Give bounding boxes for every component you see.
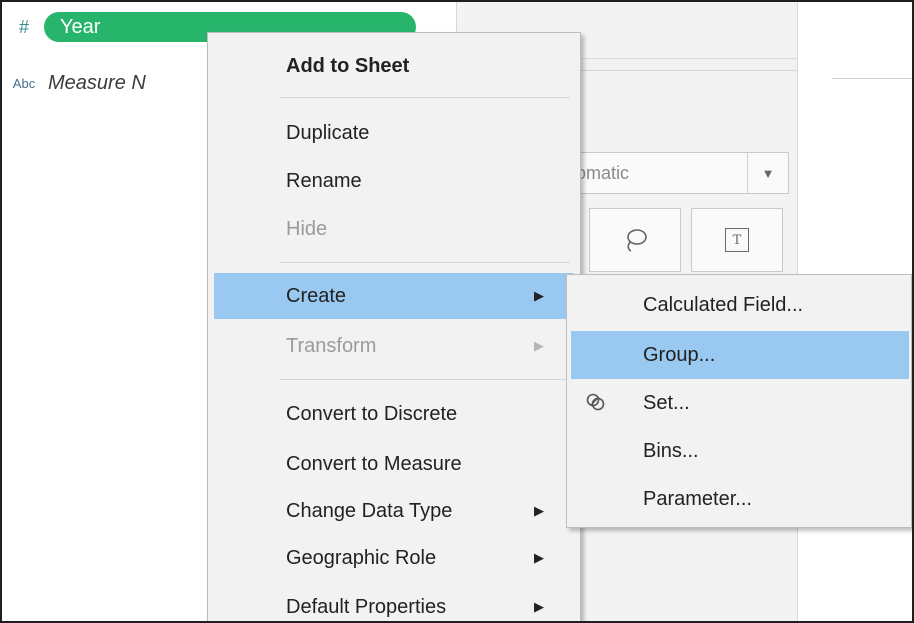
menu-separator	[280, 262, 570, 263]
menu-item-convert-to-measure[interactable]: Convert to Measure	[214, 441, 574, 487]
create-submenu: Calculated Field... Group... Set... Bins…	[566, 274, 912, 528]
divider	[832, 78, 912, 79]
menu-separator	[280, 379, 570, 380]
submenu-item-label: Set...	[643, 391, 690, 414]
menu-item-label: Convert to Discrete	[286, 402, 458, 425]
menu-item-label: Hide	[286, 217, 328, 240]
submenu-item-label: Parameter...	[643, 487, 752, 510]
menu-item-label: Convert to Measure	[286, 452, 462, 475]
submenu-arrow-icon: ▶	[534, 338, 544, 353]
menu-item-label: Duplicate	[286, 121, 370, 144]
lasso-icon	[627, 229, 647, 252]
menu-item-create[interactable]: Create ▶	[214, 273, 574, 319]
detail-button[interactable]	[589, 208, 681, 272]
submenu-item-calculated-field[interactable]: Calculated Field...	[571, 281, 909, 329]
submenu-item-bins[interactable]: Bins...	[571, 427, 909, 475]
label-button[interactable]: T	[691, 208, 783, 272]
measure-type-icon: #	[18, 16, 29, 37]
submenu-item-set[interactable]: Set...	[571, 379, 909, 427]
text-label-icon: T	[725, 228, 749, 252]
submenu-arrow-icon: ▶	[534, 288, 544, 303]
submenu-item-label: Calculated Field...	[643, 293, 804, 316]
menu-item-label: Create	[286, 284, 347, 307]
menu-item-geographic-role[interactable]: Geographic Role ▶	[214, 535, 574, 581]
menu-item-transform[interactable]: Transform ▶	[214, 323, 574, 369]
dimension-type-icon: Abc	[12, 75, 36, 91]
mark-type-value: omatic	[576, 162, 630, 183]
menu-item-hide[interactable]: Hide	[214, 206, 574, 252]
menu-item-label: Geographic Role	[286, 546, 437, 569]
set-icon	[586, 393, 605, 411]
field-row-measure-names[interactable]: Abc Measure N	[10, 68, 146, 98]
submenu-item-label: Group...	[643, 343, 716, 366]
menu-separator	[280, 97, 570, 98]
menu-item-rename[interactable]: Rename	[214, 158, 574, 204]
submenu-item-parameter[interactable]: Parameter...	[571, 475, 909, 523]
tableau-window: # Year Abc Measure N omatic ▼ T Add to S…	[0, 0, 914, 623]
menu-item-duplicate[interactable]: Duplicate	[214, 110, 574, 156]
submenu-arrow-icon: ▶	[534, 599, 544, 614]
menu-item-label: Change Data Type	[286, 499, 453, 522]
menu-item-label: Transform	[286, 334, 377, 357]
menu-item-add-to-sheet[interactable]: Add to Sheet	[214, 43, 574, 89]
menu-item-label: Default Properties	[286, 595, 447, 618]
submenu-arrow-icon: ▶	[534, 503, 544, 518]
submenu-item-group[interactable]: Group...	[571, 331, 909, 379]
menu-item-label: Rename	[286, 169, 362, 192]
menu-item-convert-to-discrete[interactable]: Convert to Discrete	[214, 391, 574, 437]
submenu-item-label: Bins...	[643, 439, 699, 462]
field-context-menu: Add to Sheet Duplicate Rename Hide Creat…	[207, 32, 581, 621]
submenu-arrow-icon: ▶	[534, 550, 544, 565]
menu-item-default-properties[interactable]: Default Properties ▶	[214, 584, 574, 621]
measure-names-field[interactable]: Measure N	[48, 72, 146, 95]
mark-type-dropdown[interactable]: omatic ▼	[567, 152, 789, 194]
menu-item-change-data-type[interactable]: Change Data Type ▶	[214, 488, 574, 534]
menu-item-label: Add to Sheet	[286, 54, 410, 77]
chevron-down-icon[interactable]: ▼	[747, 153, 788, 193]
